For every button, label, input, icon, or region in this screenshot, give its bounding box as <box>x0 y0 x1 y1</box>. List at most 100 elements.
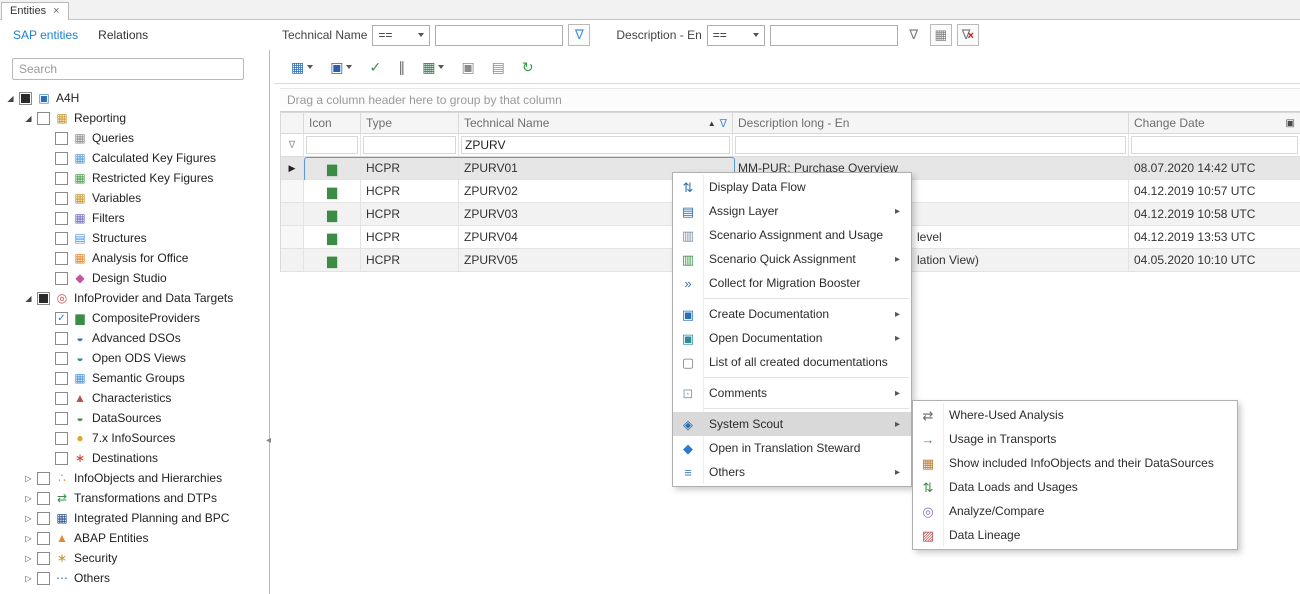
menu-item-comments[interactable]: ⊡Comments▸ <box>673 381 911 405</box>
column-header-change-date[interactable]: Change Date▣ <box>1129 112 1300 134</box>
tree-item-characteristics[interactable]: ▲Characteristics <box>0 388 269 408</box>
tree-item-datasources[interactable]: ◒DataSources <box>0 408 269 428</box>
filter-cell-icon[interactable] <box>304 134 361 157</box>
description-operator-select[interactable]: == <box>707 25 765 46</box>
tree-item-open-ods-views[interactable]: ◒Open ODS Views <box>0 348 269 368</box>
collapsed-icon[interactable]: ▷ <box>22 534 35 543</box>
filter-editor[interactable] <box>735 136 1126 154</box>
tree-item-reporting[interactable]: ◢▦Reporting <box>0 108 269 128</box>
checkbox-unchecked[interactable] <box>55 152 68 165</box>
expanded-icon[interactable]: ◢ <box>22 294 35 303</box>
tree-item-destinations[interactable]: ∗Destinations <box>0 448 269 468</box>
dropdown-caret-icon[interactable] <box>346 65 352 69</box>
collapsed-icon[interactable]: ▷ <box>22 554 35 563</box>
tree-item-filters[interactable]: ▦Filters <box>0 208 269 228</box>
checkbox-unchecked[interactable] <box>55 392 68 405</box>
filter-cell-description[interactable] <box>733 134 1129 157</box>
tree-item-analysis-for-office[interactable]: ▦Analysis for Office <box>0 248 269 268</box>
checkbox-unchecked[interactable] <box>55 232 68 245</box>
tree-item-calculated-key-figures[interactable]: ▦Calculated Key Figures <box>0 148 269 168</box>
checkbox-unchecked[interactable] <box>55 432 68 445</box>
tree-item-advanced-dsos[interactable]: ◒Advanced DSOs <box>0 328 269 348</box>
menu-item-system-scout[interactable]: ◈System Scout▸ <box>673 412 911 436</box>
menu-item-analyze-compare[interactable]: ◎Analyze/Compare <box>913 499 1237 523</box>
checkbox-unchecked[interactable] <box>37 472 50 485</box>
checkbox-unchecked[interactable] <box>55 452 68 465</box>
checkbox-unchecked[interactable] <box>55 272 68 285</box>
edit-check-button[interactable]: ✓ <box>366 55 384 79</box>
search-input[interactable] <box>12 58 244 80</box>
checkbox-unchecked[interactable] <box>37 552 50 565</box>
collapsed-icon[interactable]: ▷ <box>22 514 35 523</box>
tree-item-integrated-planning-and-bpc[interactable]: ▷▦Integrated Planning and BPC <box>0 508 269 528</box>
copy-special-button[interactable]: ▤ <box>489 55 508 79</box>
menu-item-assign-layer[interactable]: ▤Assign Layer▸ <box>673 199 911 223</box>
collapsed-icon[interactable]: ▷ <box>22 474 35 483</box>
checkbox-unchecked[interactable] <box>37 112 50 125</box>
filter-cell-change-date[interactable] <box>1129 134 1300 157</box>
tab-sap-entities[interactable]: SAP entities <box>13 28 78 42</box>
checkbox-unchecked[interactable] <box>55 372 68 385</box>
tree-item-abap-entities[interactable]: ▷▲ABAP Entities <box>0 528 269 548</box>
tab-relations[interactable]: Relations <box>98 28 148 42</box>
technical-name-operator-select[interactable]: == <box>372 25 430 46</box>
copy-button[interactable]: ▣ <box>458 55 477 79</box>
checkbox-unchecked[interactable] <box>37 492 50 505</box>
expanded-icon[interactable]: ◢ <box>22 114 35 123</box>
dropdown-caret-icon[interactable] <box>307 65 313 69</box>
filter-cell-type[interactable] <box>361 134 459 157</box>
tree-item-queries[interactable]: ▦Queries <box>0 128 269 148</box>
tree-item-transformations-and-dtps[interactable]: ▷⇄Transformations and DTPs <box>0 488 269 508</box>
menu-item-show-included-infoobjects-and-their-datasources[interactable]: ▦Show included InfoObjects and their Dat… <box>913 451 1237 475</box>
tree-item-security[interactable]: ▷∗Security <box>0 548 269 568</box>
menu-item-open-in-translation-steward[interactable]: ◆Open in Translation Steward <box>673 436 911 460</box>
checkbox-unchecked[interactable] <box>55 332 68 345</box>
checkbox-unchecked[interactable] <box>55 352 68 365</box>
checkbox-unchecked[interactable] <box>55 172 68 185</box>
filter-editor[interactable]: ZPURV <box>461 136 730 154</box>
clear-filter-button[interactable]: ∇× <box>957 24 979 46</box>
description-filter-button[interactable]: ∇ <box>903 24 925 46</box>
menu-item-data-loads-and-usages[interactable]: ⇅Data Loads and Usages <box>913 475 1237 499</box>
column-chooser-icon[interactable]: ▣ <box>1286 118 1295 129</box>
technical-name-filter-input[interactable] <box>435 25 563 46</box>
documentation-button[interactable]: ▦ <box>288 55 316 79</box>
menu-item-others[interactable]: ≡Others▸ <box>673 460 911 484</box>
filter-editor-button[interactable]: ▦ <box>930 24 952 46</box>
tree-item-a4h[interactable]: ◢▣A4H <box>0 88 269 108</box>
column-filter-icon[interactable]: ∇ <box>720 117 727 130</box>
menu-item-where-used-analysis[interactable]: ⇄Where-Used Analysis <box>913 403 1237 427</box>
details-button[interactable]: ∥ <box>395 55 408 79</box>
filter-cell-technical-name[interactable]: ZPURV <box>459 134 733 157</box>
menu-item-usage-in-transports[interactable]: →Usage in Transports <box>913 427 1237 451</box>
tree-item-semantic-groups[interactable]: ▦Semantic Groups <box>0 368 269 388</box>
filter-apply-button[interactable]: ∇ <box>568 24 590 46</box>
tree-item-variables[interactable]: ▦Variables <box>0 188 269 208</box>
checkbox-unchecked[interactable] <box>37 572 50 585</box>
checkbox-partial[interactable] <box>37 292 50 305</box>
checkbox-checked[interactable]: ✓ <box>55 312 68 325</box>
column-header-technical-name[interactable]: Technical Name▲∇ <box>459 112 733 134</box>
tab-entities[interactable]: Entities × <box>1 2 69 20</box>
menu-item-create-documentation[interactable]: ▣Create Documentation▸ <box>673 302 911 326</box>
tree-item-infoobjects-and-hierarchies[interactable]: ▷∴InfoObjects and Hierarchies <box>0 468 269 488</box>
collapsed-icon[interactable]: ▷ <box>22 574 35 583</box>
menu-item-collect-for-migration-booster[interactable]: »Collect for Migration Booster <box>673 271 911 295</box>
filter-editor[interactable] <box>1131 136 1298 154</box>
checkbox-unchecked[interactable] <box>37 512 50 525</box>
collapsed-icon[interactable]: ▷ <box>22 494 35 503</box>
collapse-sidebar-icon[interactable]: ◂ <box>266 435 271 446</box>
group-by-bar[interactable]: Drag a column header here to group by th… <box>280 88 1300 112</box>
column-header-icon[interactable]: Icon <box>304 112 361 134</box>
word-export-button[interactable]: ▣ <box>327 55 355 79</box>
column-header-type[interactable]: Type <box>361 112 459 134</box>
refresh-button[interactable]: ↻ <box>519 55 537 79</box>
checkbox-unchecked[interactable] <box>55 412 68 425</box>
excel-export-button[interactable]: ▦ <box>419 55 447 79</box>
checkbox-unchecked[interactable] <box>55 192 68 205</box>
checkbox-unchecked[interactable] <box>37 532 50 545</box>
checkbox-unchecked[interactable] <box>55 212 68 225</box>
menu-item-scenario-assignment-and-usage[interactable]: ▥Scenario Assignment and Usage <box>673 223 911 247</box>
tree-item-compositeproviders[interactable]: ✓▆CompositeProviders <box>0 308 269 328</box>
tab-close-icon[interactable]: × <box>53 5 59 17</box>
